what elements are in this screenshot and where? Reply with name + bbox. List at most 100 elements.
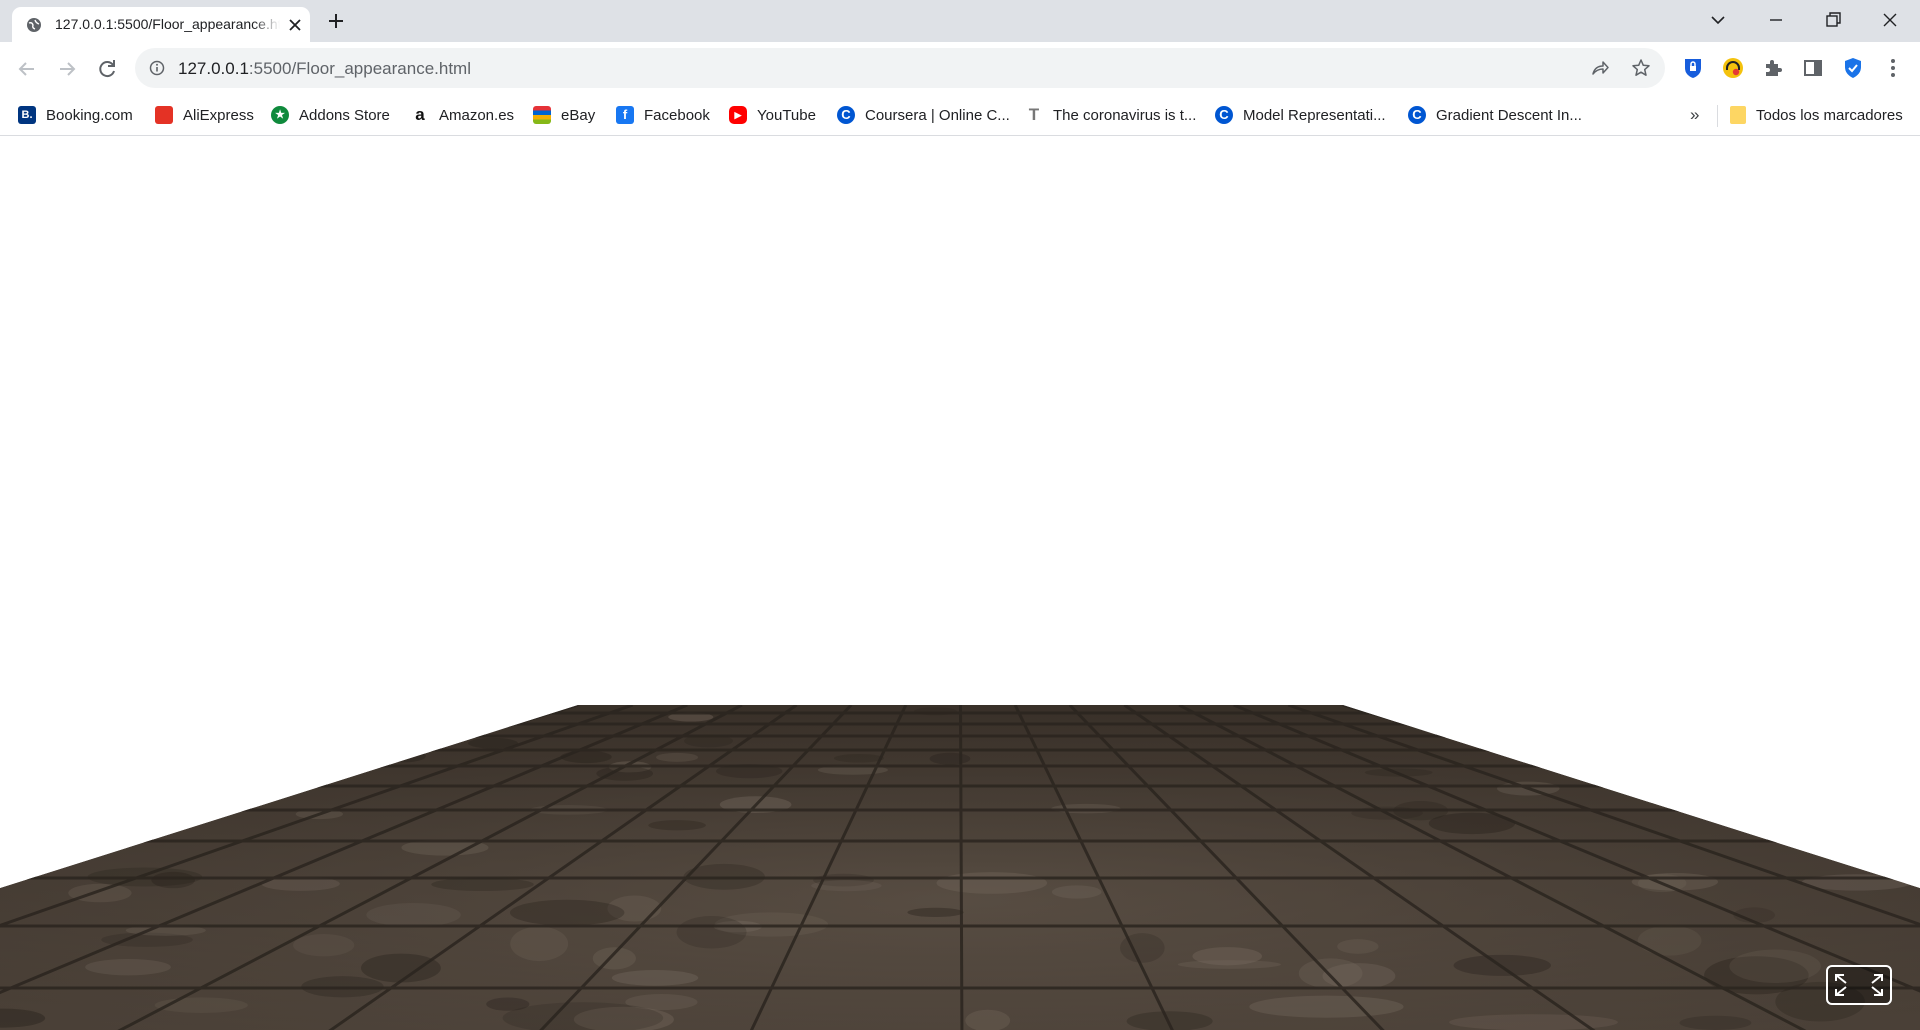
url-path: :5500/Floor_appearance.html — [248, 59, 471, 78]
url-host: 127.0.0.1 — [178, 59, 249, 78]
floor-stain — [0, 767, 57, 783]
bookmark-label: Facebook — [644, 106, 710, 124]
close-tab-icon[interactable] — [288, 18, 302, 32]
forward-icon[interactable] — [54, 56, 80, 82]
folder-icon — [1730, 106, 1746, 124]
site-info-icon[interactable] — [149, 60, 165, 76]
floor-stain — [596, 766, 654, 781]
floor-stain — [382, 749, 426, 763]
bookmark-coronavirus[interactable]: T The coronavirus is t... — [1025, 103, 1197, 127]
floor-stain — [1429, 713, 1475, 723]
floor-stain — [1449, 1014, 1618, 1030]
shield-extension-icon[interactable] — [1841, 56, 1865, 80]
floor-stain — [1729, 949, 1821, 983]
floor-stain — [1695, 763, 1757, 776]
fullscreen-icon — [1835, 974, 1883, 996]
headphones-extension-icon[interactable] — [1721, 56, 1745, 80]
coursera-icon: C — [837, 106, 855, 124]
tab-search-chevron-icon[interactable] — [1706, 8, 1730, 32]
floor-stain — [1298, 958, 1363, 989]
bookmark-label: Gradient Descent In... — [1436, 106, 1582, 124]
restore-icon[interactable] — [1821, 8, 1845, 32]
bookmark-label: Addons Store — [299, 106, 390, 124]
addons-store-icon: ★ — [271, 106, 289, 124]
bookmark-facebook[interactable]: f Facebook — [616, 103, 710, 127]
bookmark-label: eBay — [561, 106, 596, 124]
floor-stain — [287, 750, 340, 761]
floor-stain — [1679, 1015, 1752, 1030]
bookmark-label: Booking.com — [46, 106, 133, 124]
more-menu-icon[interactable] — [1881, 56, 1905, 80]
bookmark-star-icon[interactable] — [1631, 58, 1651, 78]
coursera-icon: C — [1408, 106, 1426, 124]
floor-stain — [360, 953, 441, 983]
floor-stain — [30, 833, 75, 853]
side-panel-icon[interactable] — [1801, 56, 1825, 80]
floor-stain — [1755, 746, 1802, 761]
reload-icon[interactable] — [94, 56, 120, 82]
facebook-icon: f — [616, 106, 634, 124]
globe-icon — [27, 18, 41, 32]
floor-stain — [833, 753, 885, 763]
bookmark-addons-store[interactable]: ★ Addons Store — [271, 103, 390, 127]
page-content — [0, 136, 1920, 1030]
share-icon[interactable] — [1590, 58, 1610, 78]
floor-stain — [108, 749, 154, 760]
youtube-icon: ▶ — [729, 106, 747, 124]
floor-stain — [907, 907, 964, 917]
bookmark-label: Amazon.es — [439, 106, 515, 124]
floor-stain — [1637, 925, 1702, 956]
floor-stain — [293, 934, 355, 957]
extensions-puzzle-icon[interactable] — [1761, 56, 1785, 80]
bookmark-aliexpress[interactable]: AliExpress — [155, 103, 254, 127]
floor-stain — [1337, 939, 1379, 954]
back-icon[interactable] — [14, 56, 40, 82]
floor-stain — [592, 947, 636, 970]
bookmarks-overflow-button[interactable]: » — [1690, 105, 1699, 125]
bookmark-model-representation[interactable]: C Model Representati... — [1215, 103, 1386, 127]
bitwarden-extension-icon[interactable] — [1681, 56, 1705, 80]
ebay-icon — [533, 106, 551, 124]
bookmarks-bar: B. Booking.com AliExpress ★ Addons Store… — [0, 95, 1920, 136]
floor-stain — [1249, 995, 1404, 1018]
floor-stain — [676, 916, 747, 949]
address-bar[interactable]: 127.0.0.1:5500/Floor_appearance.html — [135, 48, 1665, 88]
close-window-icon[interactable] — [1878, 8, 1902, 32]
bookmarks-divider — [1717, 105, 1718, 127]
floor-stain — [431, 877, 534, 892]
bookmark-amazon[interactable]: a Amazon.es — [411, 103, 514, 127]
floor-stain — [1830, 839, 1920, 858]
active-tab[interactable]: 127.0.0.1:5500/Floor_appearance.html — [12, 7, 310, 42]
bookmark-coursera[interactable]: C Coursera | Online C... — [837, 103, 1010, 127]
bookmark-label: YouTube — [757, 106, 816, 124]
coursera-icon: C — [1215, 106, 1233, 124]
floor-stain — [328, 718, 373, 730]
bookmark-youtube[interactable]: ▶ YouTube — [729, 103, 816, 127]
all-bookmarks-folder[interactable]: Todos los marcadores — [1730, 103, 1903, 127]
floor-stain — [13, 747, 67, 761]
aliexpress-icon — [155, 106, 173, 124]
bookmark-gradient-descent[interactable]: C Gradient Descent In... — [1408, 103, 1582, 127]
floor-stain — [611, 970, 699, 986]
all-bookmarks-label: Todos los marcadores — [1756, 106, 1903, 124]
fullscreen-button[interactable] — [1826, 965, 1892, 1005]
floor-stain — [655, 752, 699, 762]
browser-toolbar: 127.0.0.1:5500/Floor_appearance.html — [0, 42, 1920, 95]
floor-stain — [85, 958, 171, 976]
webgl-canvas[interactable] — [0, 136, 1920, 1030]
new-tab-icon[interactable] — [326, 11, 346, 31]
bookmark-ebay[interactable]: eBay — [533, 103, 595, 127]
floor-stain — [936, 872, 1048, 894]
floor-stain — [1856, 710, 1902, 719]
tile-seam — [959, 705, 964, 1030]
floor-stain — [0, 778, 43, 797]
tab-title: 127.0.0.1:5500/Floor_appearance.html — [55, 16, 280, 32]
floor-stain — [1051, 885, 1102, 899]
bookmark-booking[interactable]: B. Booking.com — [18, 103, 133, 127]
url-text[interactable]: 127.0.0.1:5500/Floor_appearance.html — [178, 59, 471, 79]
minimize-icon[interactable] — [1764, 8, 1788, 32]
tab-strip: 127.0.0.1:5500/Floor_appearance.html — [0, 0, 1920, 42]
floor-stain — [1660, 747, 1715, 759]
amazon-icon: a — [415, 105, 425, 124]
floor-stain — [366, 903, 461, 927]
